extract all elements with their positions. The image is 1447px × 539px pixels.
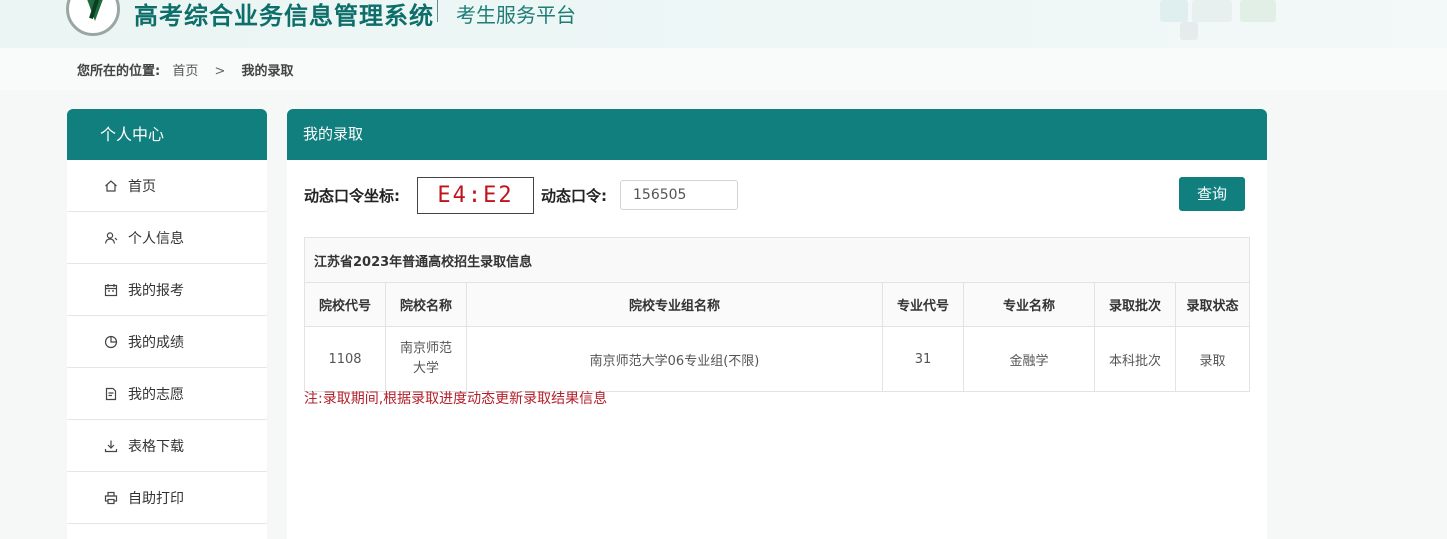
sidebar-item-print[interactable]: 自助打印 (67, 472, 267, 524)
title-divider (437, 0, 438, 22)
column-header: 专业名称 (963, 282, 1095, 327)
sidebar-item-label: 自助打印 (128, 490, 184, 507)
table-cell: 31 (882, 326, 964, 392)
table-cell: 金融学 (963, 326, 1095, 392)
dynamic-code-coordinate-label: 动态口令坐标: (304, 187, 400, 205)
printer-icon (104, 491, 118, 505)
main-panel: 我的录取 动态口令坐标: E4:E2 动态口令: 156505 查询 江苏省20… (287, 109, 1267, 539)
download-icon (104, 439, 118, 453)
logo-emblem (66, 0, 120, 36)
column-header: 院校专业组名称 (466, 282, 883, 327)
sidebar-item-label: 个人信息 (128, 230, 184, 247)
breadcrumb-label: 您所在的位置: (77, 64, 161, 79)
breadcrumb-home-link[interactable]: 首页 (172, 64, 198, 79)
sidebar-item-scores[interactable]: 我的成绩 (67, 316, 267, 368)
table-cell: 录取 (1175, 326, 1250, 392)
table-cell: 本科批次 (1094, 326, 1176, 392)
user-icon (104, 231, 118, 245)
table-cell: 南京师范大学 (385, 326, 467, 392)
pie-chart-icon (104, 335, 118, 349)
sidebar-item-label: 我的成绩 (128, 334, 184, 351)
column-header: 专业代号 (882, 282, 964, 327)
admission-table: 江苏省2023年普通高校招生录取信息 院校代号 院校名称 院校专业组名称 专业代… (304, 237, 1250, 392)
column-header: 录取状态 (1175, 282, 1250, 327)
table-header-row: 院校代号 院校名称 院校专业组名称 专业代号 专业名称 录取批次 录取状态 (304, 282, 1250, 327)
sidebar: 个人中心 首页 个人信息 我的报考 我的成绩 我的志愿 表格下载 自助打印 (67, 109, 267, 539)
sidebar-item-personal-info[interactable]: 个人信息 (67, 212, 267, 264)
calendar-icon (104, 283, 118, 297)
table-row: 1108 南京师范大学 南京师范大学06专业组(不限) 31 金融学 本科批次 … (304, 326, 1250, 392)
home-icon (104, 179, 118, 193)
sidebar-item-preferences[interactable]: 我的志愿 (67, 368, 267, 420)
sidebar-item-label: 首页 (128, 178, 156, 195)
breadcrumb-current: 我的录取 (241, 64, 294, 79)
admission-note: 注:录取期间,根据录取进度动态更新录取结果信息 (304, 391, 608, 407)
dynamic-code-label: 动态口令: (541, 187, 607, 205)
column-header: 录取批次 (1094, 282, 1176, 327)
query-button[interactable]: 查询 (1179, 177, 1245, 211)
column-header: 院校代号 (304, 282, 386, 327)
dynamic-code-coordinate-captcha: E4:E2 (417, 177, 534, 214)
sidebar-item-home[interactable]: 首页 (67, 160, 267, 212)
sidebar-title: 个人中心 (67, 109, 267, 160)
banner-decoration (1192, 0, 1232, 22)
system-title: 高考综合业务信息管理系统 (134, 2, 434, 30)
dynamic-code-input[interactable]: 156505 (620, 180, 738, 210)
sidebar-item-download[interactable]: 表格下载 (67, 420, 267, 472)
document-icon (104, 387, 118, 401)
table-cell: 1108 (304, 326, 386, 392)
column-header: 院校名称 (385, 282, 467, 327)
sidebar-item-registration[interactable]: 我的报考 (67, 264, 267, 316)
platform-subtitle: 考生服务平台 (456, 3, 576, 27)
breadcrumb-separator: > (214, 64, 226, 79)
breadcrumb: 您所在的位置: 首页 > 我的录取 (77, 60, 294, 79)
sidebar-item-label: 表格下载 (128, 438, 184, 455)
table-cell: 南京师范大学06专业组(不限) (466, 326, 883, 392)
top-banner: 高考综合业务信息管理系统 考生服务平台 (0, 0, 1447, 48)
banner-decoration (1240, 0, 1276, 22)
sidebar-item-label: 我的报考 (128, 282, 184, 299)
sidebar-item-label: 我的志愿 (128, 386, 184, 403)
banner-decoration (1160, 0, 1188, 22)
panel-title: 我的录取 (287, 109, 1267, 160)
table-caption: 江苏省2023年普通高校招生录取信息 (304, 237, 1250, 283)
banner-decoration (1180, 22, 1198, 40)
